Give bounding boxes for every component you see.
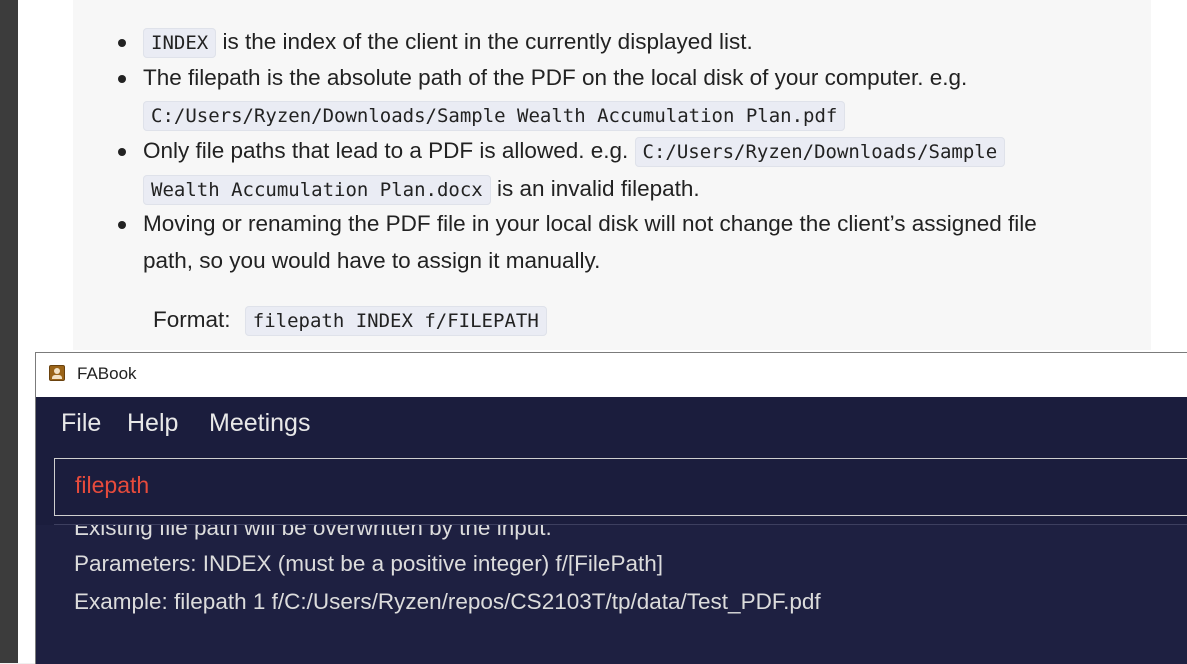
bullet-text: Moving or renaming the PDF file in your … [143, 211, 1037, 236]
result-line: Existing file path will be overwritten b… [74, 525, 552, 540]
inline-code: C:/Users/Ryzen/Downloads/Sample [634, 137, 1006, 167]
window-title: FABook [77, 364, 137, 383]
left-window-edge [0, 0, 18, 663]
menu-bar: File Help Meetings [36, 397, 1187, 455]
bullet-text: The filepath is the absolute path of the… [143, 65, 968, 90]
list-item: The filepath is the absolute path of the… [118, 60, 1143, 134]
bullet-text: Only file paths that lead to a PDF is al… [143, 138, 629, 163]
guide-section: INDEX is the index of the client in the … [73, 0, 1151, 350]
list-item: INDEX is the index of the client in the … [118, 24, 1143, 62]
menu-meetings[interactable]: Meetings [209, 409, 310, 438]
result-line: Example: filepath 1 f/C:/Users/Ryzen/rep… [74, 589, 821, 614]
result-line: Parameters: INDEX (must be a positive in… [74, 551, 663, 576]
format-line: Format: filepath INDEX f/FILEPATH [153, 302, 547, 339]
result-display[interactable]: Existing file path will be overwritten b… [36, 525, 1187, 664]
fabook-window: FABook File Help Meetings Existing file … [35, 352, 1187, 664]
title-bar[interactable]: FABook [36, 353, 1187, 397]
bullet-text: is an invalid filepath. [497, 175, 700, 201]
inline-code: INDEX [143, 28, 217, 58]
menu-help[interactable]: Help [127, 409, 178, 438]
bullet-text: path, so you would have to assign it man… [143, 247, 601, 273]
menu-file[interactable]: File [61, 409, 101, 438]
command-input[interactable] [75, 472, 1075, 499]
list-item: Only file paths that lead to a PDF is al… [118, 133, 1143, 208]
command-box[interactable] [54, 458, 1187, 516]
bullet-text: is the index of the client in the curren… [222, 29, 753, 54]
inline-code: Wealth Accumulation Plan.docx [143, 174, 491, 205]
inline-code: C:/Users/Ryzen/Downloads/Sample Wealth A… [143, 100, 846, 131]
format-code: filepath INDEX f/FILEPATH [244, 306, 547, 336]
format-label: Format: [153, 307, 231, 332]
app-logo-icon [49, 365, 65, 381]
list-item: Moving or renaming the PDF file in your … [118, 206, 1143, 279]
